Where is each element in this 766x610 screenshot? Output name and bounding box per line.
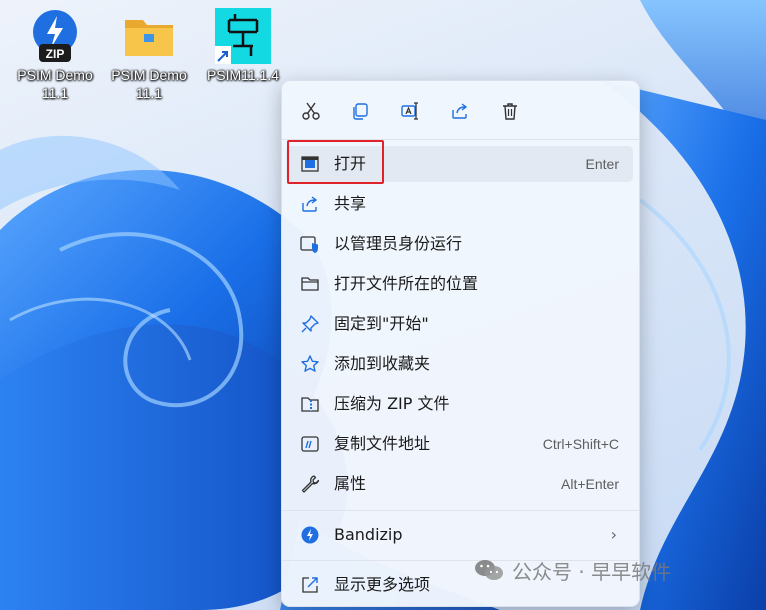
menu-item-open-file-location[interactable]: 打开文件所在的位置 bbox=[286, 266, 633, 302]
star-icon bbox=[300, 354, 320, 374]
cut-icon bbox=[302, 102, 320, 120]
share-icon bbox=[300, 194, 320, 214]
highlight-box bbox=[287, 140, 384, 184]
divider bbox=[282, 510, 639, 511]
menu-item-compress-zip[interactable]: 压缩为 ZIP 文件 bbox=[286, 386, 633, 422]
menu-item-label: 固定到"开始" bbox=[334, 314, 429, 333]
menu-item-label: 属性 bbox=[334, 474, 367, 493]
copy-button[interactable] bbox=[345, 96, 375, 126]
watermark-text: 公众号 · 早早软件 bbox=[512, 559, 672, 584]
wechat-icon bbox=[475, 560, 503, 580]
zip-archive-icon: ZIP bbox=[25, 6, 85, 66]
desktop-icon-psim-demo-zip[interactable]: ZIP PSIM Demo 11.1 bbox=[8, 6, 102, 102]
menu-item-copy-as-path[interactable]: 复制文件地址 Ctrl+Shift+C bbox=[286, 426, 633, 462]
menu-item-label: 以管理员身份运行 bbox=[334, 234, 463, 253]
menu-item-share[interactable]: 共享 bbox=[286, 186, 633, 222]
menu-item-label: 共享 bbox=[334, 194, 367, 213]
folder-icon bbox=[300, 274, 320, 294]
menu-item-label: 添加到收藏夹 bbox=[334, 354, 431, 373]
menu-item-label: 压缩为 ZIP 文件 bbox=[334, 394, 450, 413]
more-options-icon bbox=[300, 575, 320, 595]
menu-item-shortcut: Enter bbox=[585, 156, 619, 172]
share-button[interactable] bbox=[445, 96, 475, 126]
rename-icon bbox=[401, 102, 418, 120]
bandizip-icon bbox=[300, 525, 320, 545]
desktop-icon-label: PSIM Demo 11.1 bbox=[111, 67, 187, 101]
shield-admin-icon bbox=[300, 234, 320, 254]
psim-shortcut-icon bbox=[213, 6, 273, 66]
delete-button[interactable] bbox=[495, 96, 525, 126]
cut-button[interactable] bbox=[296, 96, 326, 126]
quick-action-bar bbox=[282, 81, 639, 139]
menu-item-shortcut: Alt+Enter bbox=[561, 476, 619, 492]
menu-item-add-to-favorites[interactable]: 添加到收藏夹 bbox=[286, 346, 633, 382]
copy-path-icon bbox=[300, 434, 320, 454]
zip-icon bbox=[300, 394, 320, 414]
share-icon bbox=[452, 103, 468, 119]
menu-item-run-as-admin[interactable]: 以管理员身份运行 bbox=[286, 226, 633, 262]
menu-item-bandizip[interactable]: Bandizip › bbox=[286, 517, 633, 553]
delete-icon bbox=[503, 103, 517, 120]
menu-item-label: 打开文件所在的位置 bbox=[334, 274, 479, 293]
watermark: 公众号 · 早早软件 bbox=[474, 552, 671, 588]
chevron-right-icon: › bbox=[610, 525, 617, 544]
wrench-icon bbox=[300, 474, 320, 494]
menu-item-label: 显示更多选项 bbox=[334, 575, 431, 594]
desktop-icon-label: PSIM Demo 11.1 bbox=[17, 67, 93, 101]
desktop-icon-psim-demo-folder[interactable]: PSIM Demo 11.1 bbox=[102, 6, 196, 102]
folder-icon bbox=[119, 6, 179, 66]
menu-item-pin-to-start[interactable]: 固定到"开始" bbox=[286, 306, 633, 342]
pin-icon bbox=[300, 314, 320, 334]
menu-item-properties[interactable]: 属性 Alt+Enter bbox=[286, 466, 633, 502]
desktop-icon-psim-shortcut[interactable]: PSIM11.1.4 bbox=[196, 6, 290, 84]
menu-item-label: 复制文件地址 bbox=[334, 434, 431, 453]
menu-item-shortcut: Ctrl+Shift+C bbox=[542, 436, 619, 452]
menu-item-label: Bandizip bbox=[334, 525, 403, 544]
desktop-icon-label: PSIM11.1.4 bbox=[206, 67, 280, 83]
copy-icon bbox=[353, 103, 368, 120]
zip-badge-text: ZIP bbox=[46, 47, 65, 61]
rename-button[interactable] bbox=[395, 96, 425, 126]
